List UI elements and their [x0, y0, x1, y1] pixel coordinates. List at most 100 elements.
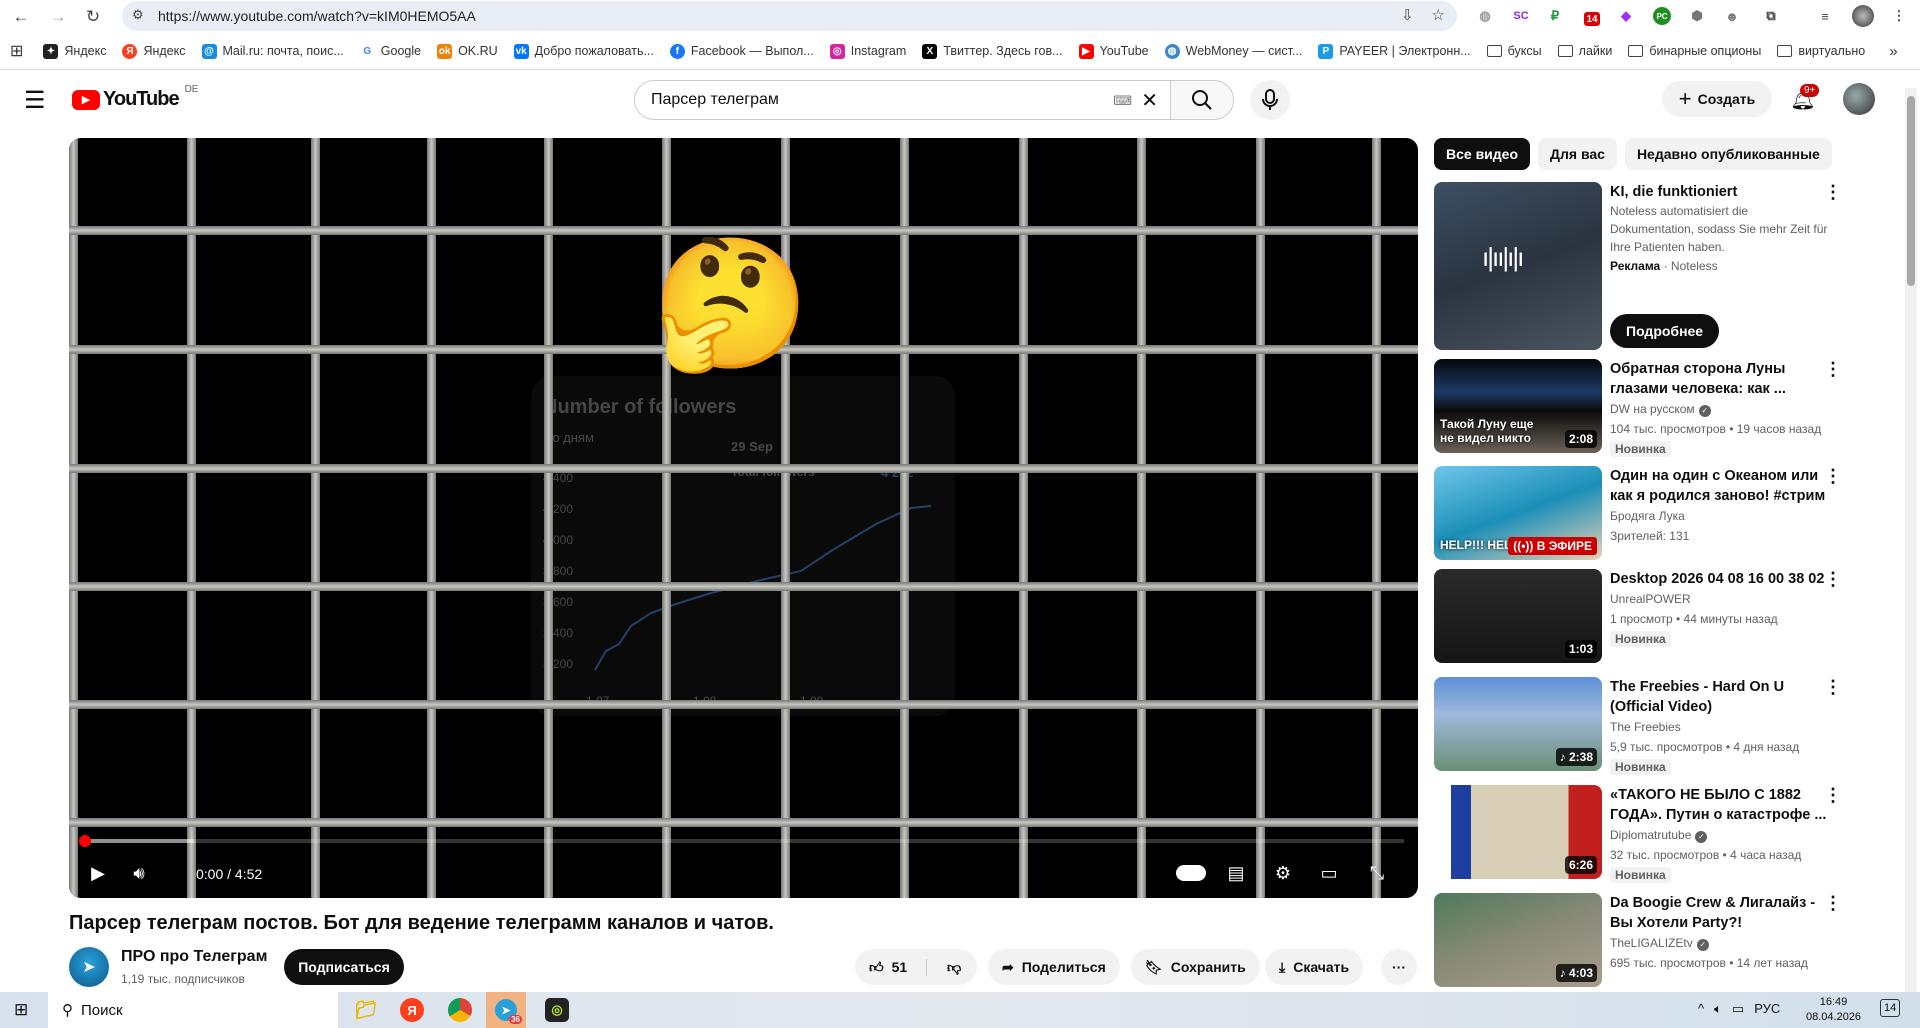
more-options-icon[interactable]: ⋮ [1824, 360, 1842, 378]
scrubber-handle[interactable] [79, 835, 91, 847]
alien-extension-icon[interactable]: ☻ [1721, 5, 1743, 27]
bookmark[interactable]: P PAYEER | Электронн... [1318, 43, 1471, 59]
media-control-icon[interactable]: ≡ [1814, 5, 1836, 27]
recommended-video[interactable]: 1:03 Desktop 2026 04 08 16 00 38 02 Unreal… [1434, 569, 1894, 665]
video-thumbnail[interactable]: 6:26 [1434, 785, 1602, 879]
bookmark-folder[interactable]: виртуально [1777, 44, 1865, 58]
autoplay-toggle[interactable] [1174, 858, 1208, 888]
menu-kebab-icon[interactable]: ⋮ [1888, 5, 1910, 27]
bookmark[interactable]: ▶ YouTube [1078, 43, 1149, 59]
bookmark-folder[interactable]: лайки [1557, 44, 1612, 58]
telegram-taskbar-button[interactable]: ➤ 36 [486, 992, 526, 1028]
subtitles-icon[interactable]: ▤ [1221, 858, 1251, 888]
apps-grid-icon[interactable]: ⊞ [10, 41, 23, 61]
recommended-video[interactable]: HELP!!! HELP!!! ((•)) В ЭФИРЕ Один на один… [1434, 466, 1894, 562]
recommended-video[interactable]: Такой Луну еще не видел никто 2:08 Обратна… [1434, 359, 1894, 457]
file-explorer-icon[interactable]: 📁︎ [354, 998, 378, 1022]
profile-avatar[interactable] [1852, 5, 1874, 27]
progress-bar[interactable] [84, 839, 1404, 843]
download-button[interactable]: ⤓ Скачать [1265, 949, 1364, 985]
play-icon[interactable]: ▶ [83, 858, 113, 888]
bookmark-folder[interactable]: буксы [1486, 44, 1542, 58]
video-title[interactable]: The Freebies - Hard On U (Official Video… [1610, 677, 1830, 717]
site-settings-icon[interactable]: ⚙ [132, 7, 144, 23]
channel-avatar[interactable]: ➤ [69, 947, 109, 987]
more-options-icon[interactable]: ⋮ [1824, 570, 1842, 588]
bookmark[interactable]: ◍ WebMoney — сист... [1164, 43, 1302, 59]
bookmark[interactable]: Я Яндекс [122, 43, 186, 59]
extensions-puzzle-icon[interactable]: ⧉ [1760, 5, 1782, 27]
theater-mode-icon[interactable]: ▭ [1314, 858, 1344, 888]
video-thumbnail[interactable]: 1:03 [1434, 569, 1602, 663]
channel-name[interactable]: UnrealPOWER [1610, 592, 1691, 606]
more-options-icon[interactable]: ⋮ [1824, 894, 1842, 912]
video-title[interactable]: Обратная сторона Луны глазами человека: … [1610, 359, 1830, 399]
more-actions-button[interactable]: ··· [1381, 949, 1417, 985]
volume-icon[interactable]: 🔈︎ [1714, 1001, 1722, 1017]
globe-extension-icon[interactable]: ◍ [1474, 5, 1496, 27]
hamburger-menu-icon[interactable]: ☰ [24, 86, 46, 115]
share-button[interactable]: ➦ Поделиться [988, 949, 1120, 985]
install-icon[interactable]: ⇩ [1401, 6, 1414, 24]
address-bar[interactable]: ⚙ https://www.youtube.com/watch?v=kIM0HE… [122, 1, 1457, 31]
taskbar-search[interactable]: ⚲ Поиск [48, 992, 338, 1028]
url-text[interactable]: https://www.youtube.com/watch?v=kIM0HEMO… [158, 8, 476, 24]
chrome-icon[interactable] [448, 998, 472, 1022]
recommended-video[interactable]: 6:26 «ТАКОГО НЕ БЫЛО С 1882 ГОДА». Путин … [1434, 785, 1894, 883]
bookmark[interactable]: ◎ Instagram [829, 43, 906, 59]
bookmark[interactable]: ✦ Яндекс [43, 43, 106, 59]
bookmark[interactable]: @ Mail.ru: почта, поис... [201, 43, 344, 59]
clear-search-icon[interactable]: ✕ [1141, 88, 1158, 113]
ad-title[interactable]: KI, die funktioniert [1610, 182, 1830, 202]
keyboard-icon[interactable]: ⌨ [1113, 93, 1132, 109]
bookmark-star-icon[interactable]: ☆ [1432, 6, 1445, 24]
volume-icon[interactable]: 🔊︎ [124, 858, 154, 888]
like-button[interactable]: 👍︎ 51 [855, 958, 927, 976]
channel-name[interactable]: ПРО про Телеграм [121, 948, 267, 966]
channel-name[interactable]: Diplomatrutube [1610, 828, 1691, 842]
more-bookmarks-button[interactable]: » [1889, 43, 1897, 60]
bookmark-folder[interactable]: бинарные опционы [1628, 44, 1761, 58]
channel-name[interactable]: Бродяга Лука [1610, 509, 1685, 523]
tray-expand-icon[interactable]: ^ [1698, 1001, 1704, 1017]
subscribe-button[interactable]: Подписаться [284, 949, 404, 985]
bookmark[interactable]: vk Добро пожаловать... [513, 43, 654, 59]
yandex-browser-icon[interactable]: Я [400, 998, 424, 1022]
account-avatar[interactable] [1843, 83, 1875, 115]
extension-icon[interactable]: ⬢ [1686, 5, 1708, 27]
create-button[interactable]: + Создать [1662, 81, 1772, 117]
voice-search-button[interactable] [1250, 80, 1290, 120]
ad-learn-more-button[interactable]: Подробнее [1610, 314, 1720, 348]
ad-thumbnail[interactable]: ı|ıı|ı|ı [1434, 182, 1602, 350]
forward-icon[interactable]: → [45, 4, 71, 30]
more-options-icon[interactable]: ⋮ [1824, 678, 1842, 696]
save-button[interactable]: 🔖︎ Сохранить [1131, 949, 1260, 985]
video-title[interactable]: «ТАКОГО НЕ БЫЛО С 1882 ГОДА». Путин о ка… [1610, 785, 1830, 825]
video-title[interactable]: Desktop 2026 04 08 16 00 38 02 [1610, 569, 1830, 589]
action-center-button[interactable]: 14 [1880, 999, 1901, 1017]
clock[interactable]: 16:49 08.04.2026 [1806, 995, 1861, 1025]
back-icon[interactable]: ← [8, 4, 34, 30]
bookmark[interactable]: G Google [359, 43, 421, 59]
windows-start-icon[interactable]: ⊞ [14, 1000, 28, 1020]
channel-name[interactable]: DW на русском [1610, 402, 1695, 416]
network-icon[interactable]: ▭ [1732, 1001, 1744, 1017]
recommended-video[interactable]: ♪ 2:38 The Freebies - Hard On U (Official… [1434, 677, 1894, 775]
more-options-icon[interactable]: ⋮ [1824, 183, 1842, 201]
language-indicator[interactable]: РУС [1754, 1001, 1780, 1017]
chip-recently-uploaded[interactable]: Недавно опубликованные [1624, 138, 1832, 170]
sc-extension-icon[interactable]: SC [1510, 5, 1532, 27]
search-value[interactable]: Парсер телеграм [651, 91, 779, 109]
video-title[interactable]: Da Boogie Crew & Лигалайз - Вы Хотели Pa… [1610, 893, 1830, 933]
video-title[interactable]: Один на один с Океаном или как я родился… [1610, 466, 1830, 506]
video-thumbnail[interactable]: Такой Луну еще не видел никто 2:08 [1434, 359, 1602, 453]
app-icon[interactable]: ◎ [545, 998, 569, 1022]
chip-for-you[interactable]: Для вас [1538, 138, 1617, 170]
more-options-icon[interactable]: ⋮ [1824, 467, 1842, 485]
youtube-logo[interactable]: ▶ YouTube DE [72, 84, 198, 111]
bookmark[interactable]: f Facebook — Выпол... [669, 43, 814, 59]
recommended-video[interactable]: ♪ 4:03 Da Boogie Crew & Лигалайз - Вы Хот… [1434, 893, 1894, 989]
video-player[interactable]: Number of followers По дням 29 Sep Total… [69, 138, 1418, 898]
more-options-icon[interactable]: ⋮ [1824, 786, 1842, 804]
video-thumbnail[interactable]: HELP!!! HELP!!! ((•)) В ЭФИРЕ [1434, 466, 1602, 560]
